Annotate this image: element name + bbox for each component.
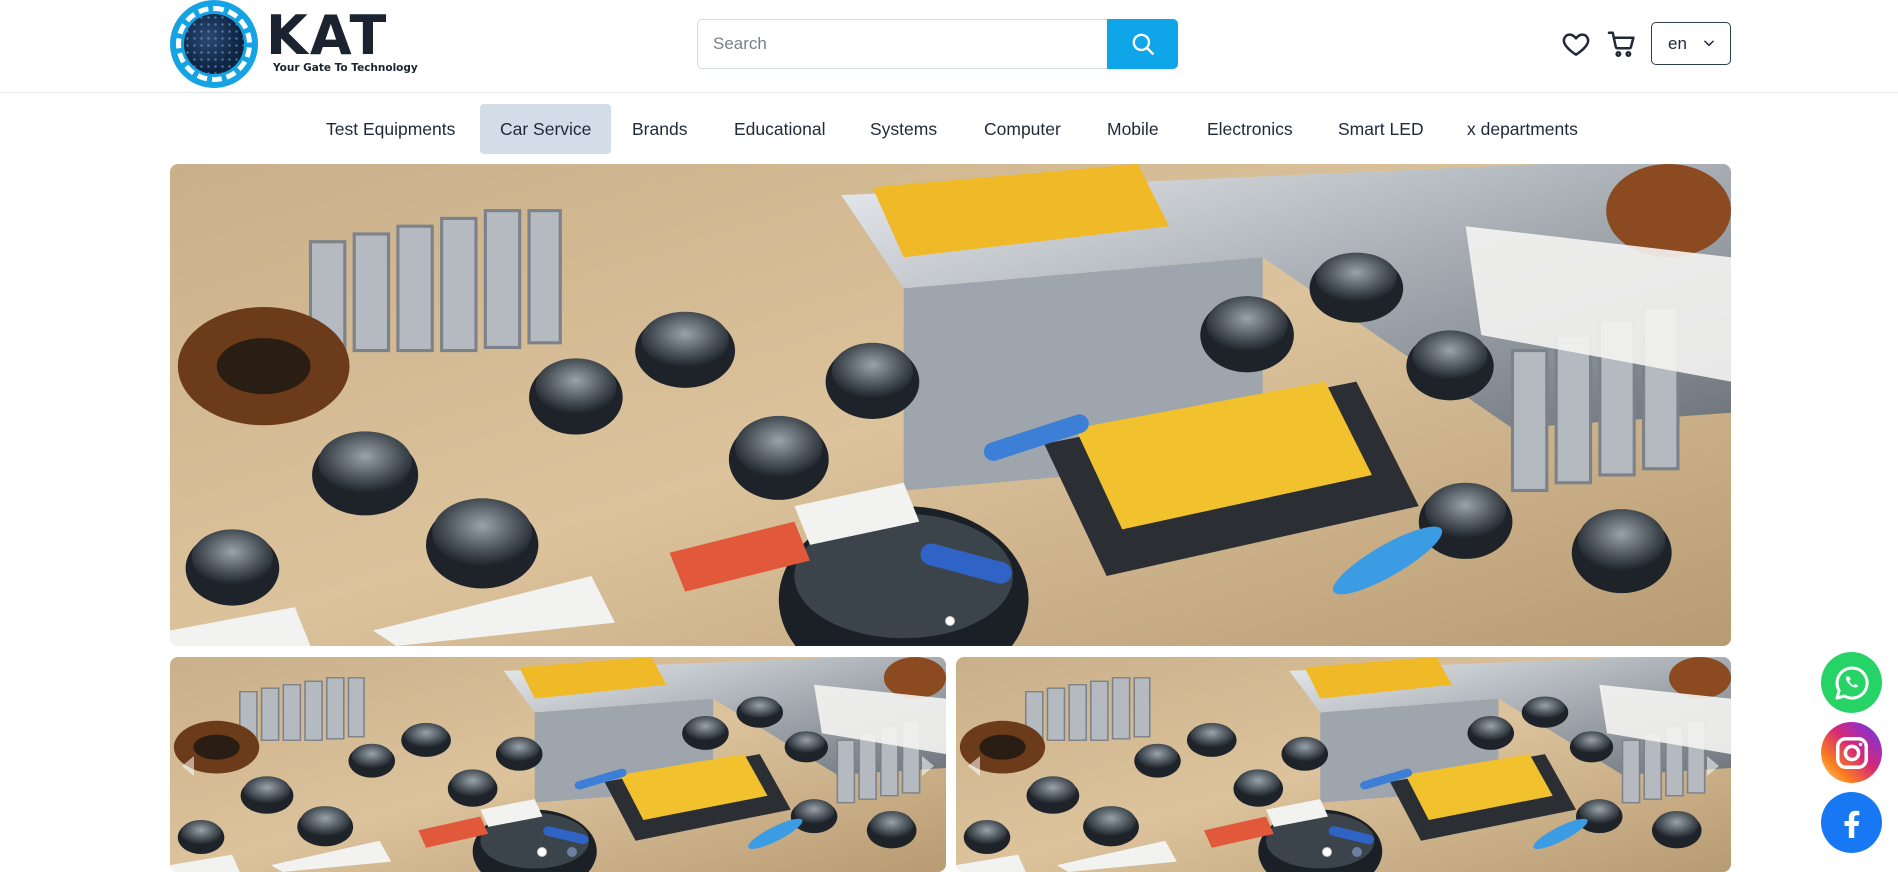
wishlist-button[interactable] xyxy=(1560,28,1592,60)
nav-item-mobile[interactable]: Mobile xyxy=(1107,104,1159,154)
banner-right-prev-arrow[interactable] xyxy=(968,756,980,776)
promo-banner-left-image xyxy=(170,657,946,872)
category-nav: Test Equipments Car Service Brands Educa… xyxy=(0,104,1898,154)
nav-item-educational[interactable]: Educational xyxy=(734,104,825,154)
nav-item-car-service[interactable]: Car Service xyxy=(480,104,612,154)
banner-left-next-arrow[interactable] xyxy=(922,756,934,776)
promo-banner-right[interactable] xyxy=(956,657,1731,872)
search-button[interactable] xyxy=(1107,19,1178,69)
nav-item-test-equipments[interactable]: Test Equipments xyxy=(326,104,455,154)
banner-right-dot-2[interactable] xyxy=(1352,847,1362,857)
promo-banner-right-image xyxy=(956,657,1731,872)
nav-item-computer[interactable]: Computer xyxy=(984,104,1061,154)
promo-banner-left[interactable] xyxy=(170,657,946,872)
banner-right-next-arrow[interactable] xyxy=(1707,756,1719,776)
brand-tagline: Your Gate To Technology xyxy=(273,62,418,74)
hero-image xyxy=(170,164,1731,646)
logo-globe-icon xyxy=(184,14,244,74)
facebook-icon xyxy=(1844,810,1859,838)
language-value: en xyxy=(1668,33,1687,53)
nav-item-systems[interactable]: Systems xyxy=(870,104,937,154)
instagram-icon xyxy=(1835,736,1868,769)
instagram-button[interactable] xyxy=(1821,722,1882,783)
whatsapp-button[interactable] xyxy=(1821,652,1882,713)
site-header: KAT Your Gate To Technology en xyxy=(0,0,1898,93)
nav-item-electronics[interactable]: Electronics xyxy=(1207,104,1293,154)
hero-slide-dot[interactable] xyxy=(945,616,955,626)
chevron-down-icon xyxy=(1704,40,1714,47)
brand-logo[interactable]: KAT Your Gate To Technology xyxy=(170,0,440,88)
whatsapp-icon xyxy=(1835,665,1869,699)
search-input[interactable] xyxy=(697,19,1109,69)
hero-slider[interactable] xyxy=(170,164,1731,646)
search-icon xyxy=(1132,33,1154,55)
nav-item-x-departments[interactable]: x departments xyxy=(1467,104,1578,154)
language-select[interactable]: en xyxy=(1651,22,1731,65)
banner-right-dot-1[interactable] xyxy=(1322,847,1332,857)
banner-left-dot-1[interactable] xyxy=(537,847,547,857)
logo-gear-icon xyxy=(170,0,258,88)
search-bar xyxy=(697,19,1178,69)
brand-name: KAT xyxy=(266,4,389,67)
banner-left-dot-2[interactable] xyxy=(567,847,577,857)
cart-button[interactable] xyxy=(1605,28,1637,60)
nav-item-brands[interactable]: Brands xyxy=(632,104,687,154)
cart-icon xyxy=(1607,31,1635,58)
nav-item-smart-led[interactable]: Smart LED xyxy=(1338,104,1424,154)
facebook-button[interactable] xyxy=(1821,792,1882,853)
heart-icon xyxy=(1562,33,1590,56)
banner-left-prev-arrow[interactable] xyxy=(182,756,194,776)
